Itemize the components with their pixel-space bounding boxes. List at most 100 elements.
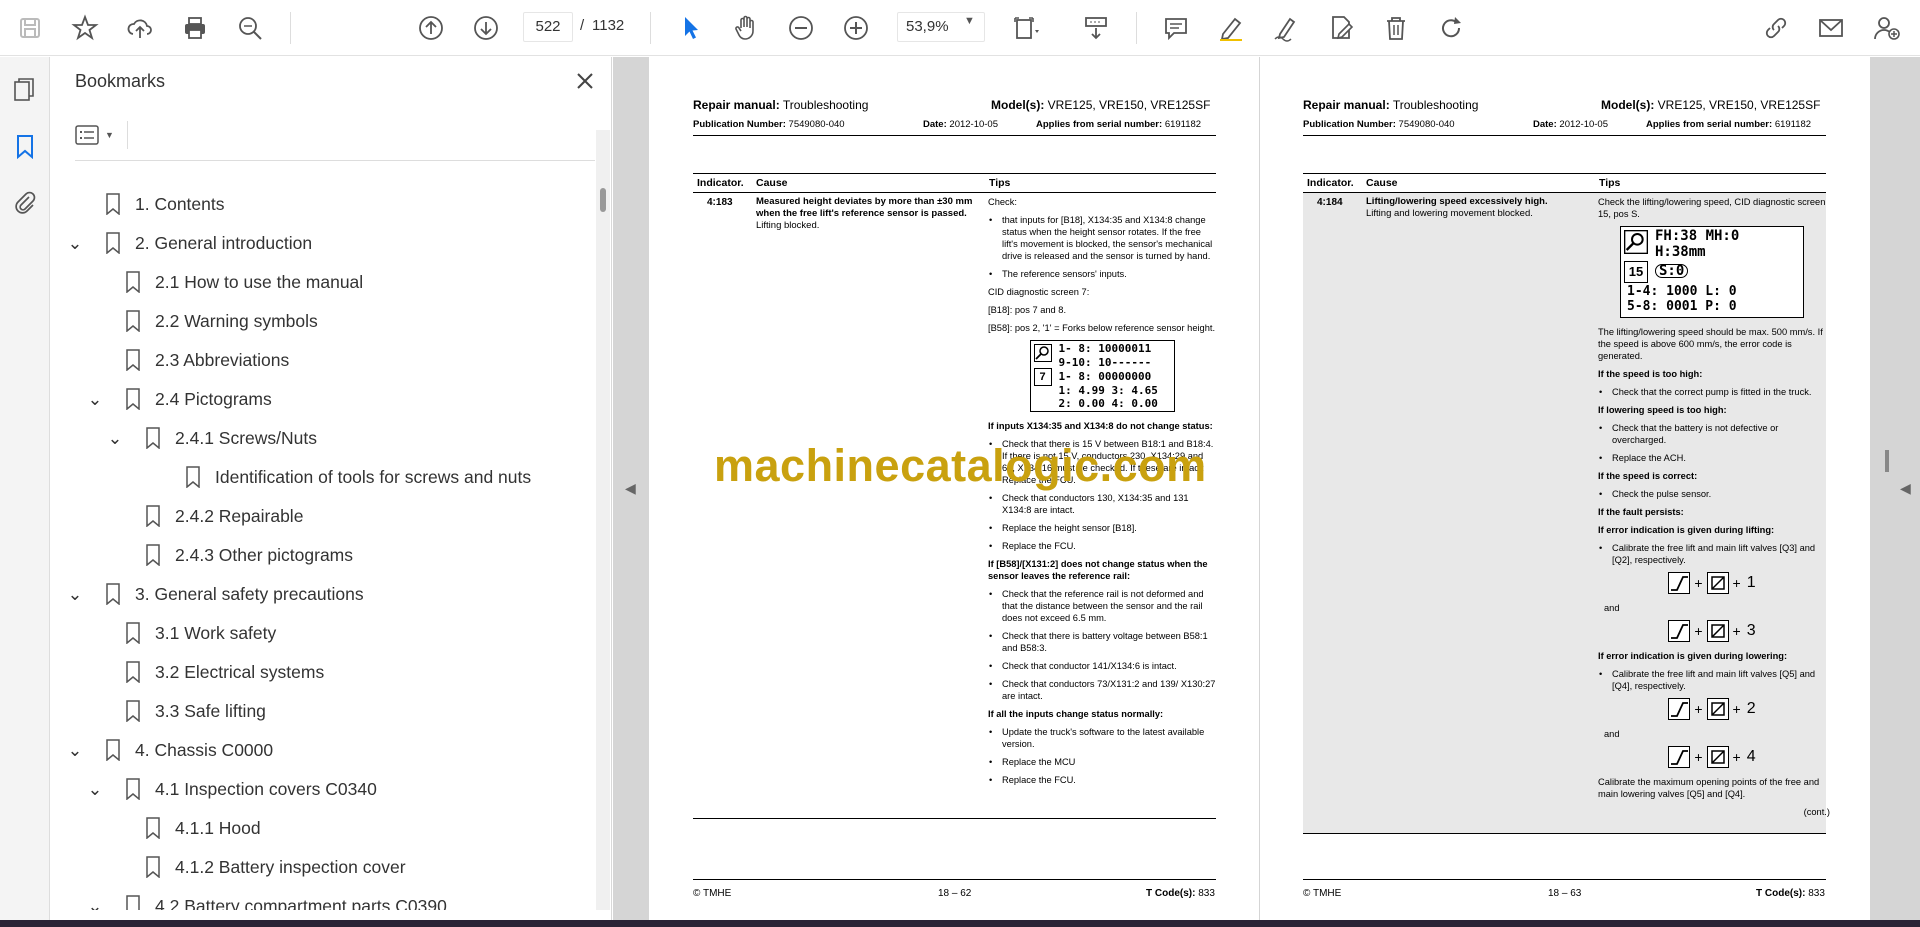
bookmark-options-button[interactable]: ▼	[75, 119, 127, 151]
screen-row: 2: 0.00 4: 0.00	[1058, 397, 1158, 410]
zoom-out-icon[interactable]	[783, 10, 819, 46]
email-icon[interactable]	[1813, 10, 1849, 46]
current-page-input[interactable]: 522	[523, 12, 573, 42]
hand-tool-icon[interactable]	[728, 10, 764, 46]
footer-tcode: T Code(s): 833	[1756, 888, 1825, 899]
rotate-redo-icon[interactable]	[1433, 10, 1469, 46]
header-value: Troubleshooting	[782, 98, 869, 112]
bookmark-item[interactable]: ⌄ 4. Chassis C0000	[65, 733, 273, 767]
bookmark-item[interactable]: 2.1 How to use the manual	[105, 265, 363, 299]
chevron-down-icon[interactable]: ⌄	[65, 233, 85, 254]
bookmark-item[interactable]: ⌄ 3. General safety precautions	[65, 577, 364, 611]
calibration-number: 1	[1746, 574, 1756, 591]
tip-bullet: Check that the battery is not defective …	[1598, 422, 1826, 446]
tip-heading: If [B58]/[X131:2] does not change status…	[988, 559, 1208, 581]
print-icon[interactable]	[177, 10, 213, 46]
chevron-down-icon[interactable]: ⌄	[65, 584, 85, 605]
bookmark-item[interactable]: 3.3 Safe lifting	[105, 694, 266, 728]
table-bottom-rule	[1303, 833, 1826, 834]
comment-icon[interactable]	[1158, 10, 1194, 46]
chevron-down-icon[interactable]: ⌄	[85, 896, 105, 911]
bookmark-label: 1. Contents	[135, 193, 225, 214]
header-rule	[1303, 135, 1826, 136]
bookmark-icon	[146, 505, 160, 527]
chevron-down-icon[interactable]: ▼	[964, 15, 975, 27]
collapse-left-icon[interactable]: ◀	[625, 480, 636, 497]
tip-bullet: The reference sensors' inputs.	[988, 268, 1216, 280]
resize-handle[interactable]	[1885, 450, 1889, 472]
bookmark-item[interactable]: 4.1.1 Hood	[125, 811, 261, 845]
tip-bullet: Calibrate the free lift and main lift va…	[1598, 668, 1826, 692]
star-icon[interactable]	[67, 10, 103, 46]
watermark-text: machinecatalogic.com	[714, 440, 1207, 491]
footer-value: 833	[1198, 888, 1215, 899]
total-pages: 1132	[592, 17, 625, 34]
cid-diagnostic-screen: 15 FH:38 MH:0 H:38mm S:0 1-4: 1000 L: 0 …	[1620, 226, 1804, 318]
tip-heading: If error indication is given during lift…	[1598, 525, 1775, 535]
upload-cloud-icon[interactable]	[122, 10, 158, 46]
screen-row: FH:38 MH:0	[1655, 228, 1740, 244]
page-thumbnails-icon[interactable]	[10, 75, 40, 105]
close-icon[interactable]	[571, 67, 599, 95]
bookmark-label: 2.1 How to use the manual	[155, 271, 364, 292]
previous-page-icon[interactable]	[413, 10, 449, 46]
cause-normal: Lifting and lowering movement blocked.	[1366, 208, 1533, 219]
col-tips: Tips	[989, 177, 1011, 189]
scroll-mode-icon[interactable]	[1078, 10, 1114, 46]
chevron-down-icon[interactable]: ⌄	[105, 428, 125, 449]
calibration-symbol: + +4	[1598, 746, 1826, 768]
select-cursor-icon[interactable]	[673, 10, 709, 46]
delete-trash-icon[interactable]	[1378, 10, 1414, 46]
bookmark-item[interactable]: ⌄ 2.4 Pictograms	[85, 382, 272, 416]
add-user-icon[interactable]	[1868, 10, 1904, 46]
save-icon[interactable]	[12, 10, 48, 46]
edit-text-icon[interactable]	[1323, 10, 1359, 46]
page-header-models: Model(s): VRE125, VRE150, VRE125SF	[1601, 98, 1820, 112]
bookmark-label: 3.2 Electrical systems	[155, 661, 325, 682]
scrollbar-thumb[interactable]	[600, 188, 606, 212]
share-link-icon[interactable]	[1758, 10, 1794, 46]
attachments-icon[interactable]	[10, 187, 40, 217]
bookmark-item[interactable]: Identification of tools for screws and n…	[145, 460, 531, 494]
calibration-number: 2	[1746, 700, 1756, 717]
chevron-down-icon[interactable]: ⌄	[85, 779, 105, 800]
continued-note: (cont.)	[1803, 807, 1830, 817]
tip-bullet: that inputs for [B18], X134:35 and X134:…	[988, 214, 1216, 262]
cause-normal: Lifting blocked.	[756, 220, 820, 231]
bookmark-item[interactable]: ⌄ 4.1 Inspection covers C0340	[85, 772, 377, 806]
header-label: Repair manual:	[693, 98, 780, 112]
tip-heading: If the speed is too high:	[1598, 369, 1703, 379]
bookmark-item[interactable]: 2.2 Warning symbols	[105, 304, 318, 338]
chevron-down-icon: ▼	[105, 130, 114, 140]
highlight-pen-icon[interactable]	[1213, 10, 1249, 46]
bookmark-item[interactable]: ⌄ 4.2 Battery compartment parts C0390	[85, 889, 447, 910]
valve-icon	[1706, 746, 1729, 768]
tips-column: Check: that inputs for [B18], X134:35 an…	[988, 196, 1216, 792]
tip-bullet: Check that conductors 73/X131:2 and 139/…	[988, 678, 1216, 702]
zoom-in-icon[interactable]	[838, 10, 874, 46]
calibration-symbol: + +3	[1598, 620, 1826, 642]
page-header-serial: Applies from serial number: 6191182	[1646, 119, 1811, 130]
draw-sign-icon[interactable]	[1268, 10, 1304, 46]
bookmarks-scrollbar[interactable]	[596, 130, 610, 910]
bookmarks-icon[interactable]	[10, 131, 40, 161]
zoom-search-icon[interactable]	[232, 10, 268, 46]
page-header-pubnum: Publication Number: 7549080-040	[693, 119, 845, 130]
bookmark-item[interactable]: 3.1 Work safety	[105, 616, 276, 650]
next-page-icon[interactable]	[468, 10, 504, 46]
bookmark-item[interactable]: 2.3 Abbreviations	[105, 343, 289, 377]
page-header-pubnum: Publication Number: 7549080-040	[1303, 119, 1455, 130]
fit-page-icon[interactable]	[1008, 10, 1044, 46]
chevron-down-icon[interactable]: ⌄	[65, 740, 85, 761]
bookmark-item[interactable]: 4.1.2 Battery inspection cover	[125, 850, 406, 884]
chevron-down-icon[interactable]: ⌄	[85, 389, 105, 410]
bookmark-item[interactable]: ⌄ 2.4.1 Screws/Nuts	[105, 421, 317, 455]
bookmark-item[interactable]: 1. Contents	[85, 187, 225, 221]
bookmark-item[interactable]: ⌄ 2. General introduction	[65, 226, 312, 260]
bookmark-item[interactable]: 2.4.2 Repairable	[125, 499, 303, 533]
collapse-right-icon[interactable]: ◀	[1900, 480, 1911, 497]
header-value: VRE125, VRE150, VRE125SF	[1657, 98, 1821, 112]
footer-copyright: © TMHE	[1303, 888, 1342, 899]
bookmark-item[interactable]: 2.4.3 Other pictograms	[125, 538, 353, 572]
bookmark-item[interactable]: 3.2 Electrical systems	[105, 655, 324, 689]
